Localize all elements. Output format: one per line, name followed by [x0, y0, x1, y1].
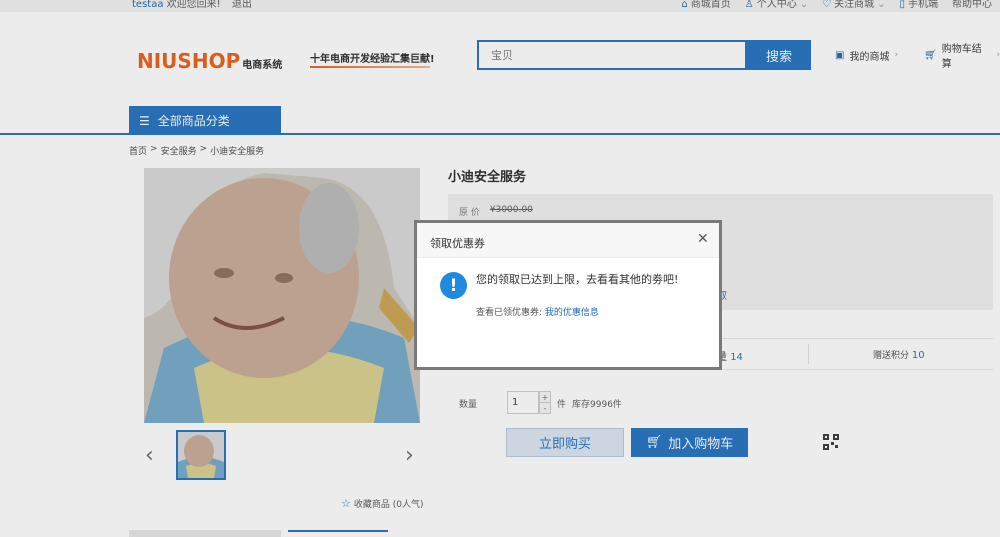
dialog-title: 领取优惠券 [430, 237, 485, 250]
my-coupons-link[interactable]: 我的优惠信息 [545, 308, 599, 318]
info-icon: ! [440, 272, 467, 299]
dialog-subtext-label: 查看已领优惠券: [476, 308, 543, 318]
coupon-dialog: 领取优惠券 ✕ ! 您的领取已达到上限，去看看其他的劵吧! 查看已领优惠券: 我… [414, 220, 722, 370]
close-icon[interactable]: ✕ [697, 231, 709, 247]
dialog-message: 您的领取已达到上限，去看看其他的劵吧! [476, 273, 679, 286]
dialog-header: 领取优惠券 ✕ [417, 223, 719, 258]
dialog-subtext: 查看已领优惠券: 我的优惠信息 [476, 305, 599, 318]
